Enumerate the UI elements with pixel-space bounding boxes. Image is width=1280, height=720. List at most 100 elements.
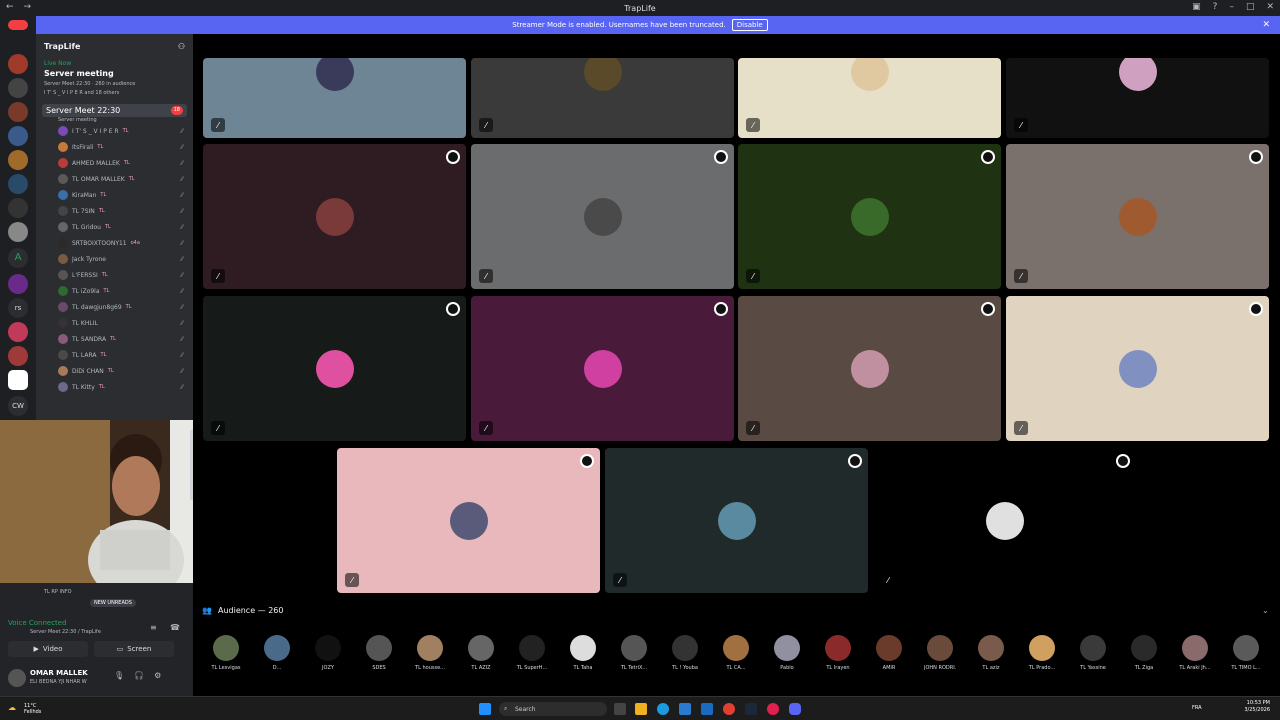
tile-options-icon[interactable] — [981, 302, 995, 316]
inbox-icon[interactable]: ▣ — [1192, 2, 1201, 12]
disconnect-icon[interactable]: ☎ — [170, 623, 180, 632]
voice-channel-item[interactable]: Server Meet 22:30 18 — [42, 104, 187, 117]
voice-member[interactable]: TL LARA TL ⁄⁄ — [36, 347, 193, 363]
new-unreads-pill[interactable]: NEW UNREADS — [90, 599, 136, 607]
language-indicator[interactable]: FRA — [1192, 705, 1202, 711]
avatar[interactable] — [8, 669, 26, 687]
close-banner-icon[interactable]: ✕ — [1262, 20, 1270, 30]
server-icon[interactable] — [8, 150, 28, 170]
new-badge[interactable] — [8, 20, 28, 30]
voice-member[interactable]: DiDi CHAN TL ⁄⁄ — [36, 363, 193, 379]
close-window-icon[interactable]: ✕ — [1266, 2, 1274, 12]
voice-member[interactable]: TL dawgjun8g69 TL ⁄⁄ — [36, 299, 193, 315]
server-icon[interactable]: rs — [8, 298, 28, 318]
voice-member[interactable]: TL Kitty TL ⁄⁄ — [36, 379, 193, 395]
nav-arrows[interactable]: ← → — [6, 2, 31, 12]
task-view-icon[interactable] — [614, 703, 626, 715]
audience-member[interactable]: TL CA... — [720, 635, 752, 671]
voice-member[interactable]: TL OMAR MALLEK TL ⁄⁄ — [36, 171, 193, 187]
server-icon[interactable] — [8, 274, 28, 294]
voice-member[interactable]: Jack Tyrone ⁄⁄ — [36, 251, 193, 267]
file-explorer-icon[interactable] — [635, 703, 647, 715]
help-icon[interactable]: ? — [1213, 2, 1218, 12]
video-button[interactable]: ▶ Video — [8, 641, 88, 657]
voice-member[interactable]: I T' S _ V I P E R TL ⁄⁄ — [36, 123, 193, 139]
audience-member[interactable]: D... — [261, 635, 293, 671]
audience-member[interactable]: TL Yassine — [1077, 635, 1109, 671]
audience-member[interactable]: TL ! Youba — [669, 635, 701, 671]
audience-member[interactable]: Pablo — [771, 635, 803, 671]
forward-icon[interactable]: → — [24, 2, 32, 12]
server-icon[interactable]: A — [8, 248, 28, 268]
voice-member[interactable]: TL SANDRA TL ⁄⁄ — [36, 331, 193, 347]
participant-tile[interactable]: ⁄ — [203, 296, 466, 441]
tile-options-icon[interactable] — [446, 150, 460, 164]
audience-member[interactable]: TL TetriX... — [618, 635, 650, 671]
add-member-icon[interactable]: ⚇ — [178, 42, 185, 51]
participant-tile[interactable]: ⁄ — [471, 144, 734, 289]
participant-tile[interactable]: ⁄ — [1006, 296, 1269, 441]
participant-tile[interactable]: ⁄ — [203, 144, 466, 289]
audience-member[interactable]: TL Prado... — [1026, 635, 1058, 671]
participant-tile[interactable]: ⁄ — [471, 296, 734, 441]
participant-tile[interactable]: ⁄ — [337, 448, 600, 593]
minimize-icon[interactable]: – — [1229, 2, 1234, 12]
disable-streamer-button[interactable]: Disable — [731, 19, 768, 31]
tile-options-icon[interactable] — [714, 150, 728, 164]
audience-member[interactable]: JOZY — [312, 635, 344, 671]
mail-icon[interactable] — [701, 703, 713, 715]
participant-tile[interactable]: ⁄ — [738, 144, 1001, 289]
tile-options-icon[interactable] — [714, 302, 728, 316]
audience-member[interactable]: TL TIMO L... — [1230, 635, 1262, 671]
audience-member[interactable]: TL Araki Jh... — [1179, 635, 1211, 671]
noise-suppression-icon[interactable]: ≡ — [150, 623, 157, 632]
server-icon[interactable] — [8, 126, 28, 146]
screen-share-button[interactable]: ▭ Screen — [94, 641, 174, 657]
maximize-icon[interactable]: □ — [1246, 2, 1255, 12]
audience-member[interactable]: TL Lesvigas — [210, 635, 242, 671]
discord-icon[interactable] — [789, 703, 801, 715]
settings-gear-icon[interactable]: ⚙ — [154, 671, 161, 680]
window-controls[interactable]: ▣ ? – □ ✕ — [1192, 2, 1274, 12]
headset-icon[interactable]: 🎧 — [134, 671, 144, 680]
voice-member[interactable]: ItsFirali TL ⁄⁄ — [36, 139, 193, 155]
chevron-down-icon[interactable]: ⌄ — [1262, 606, 1269, 615]
voice-member[interactable]: L'FERSSI TL ⁄⁄ — [36, 267, 193, 283]
user-name[interactable]: OMAR MALLEK — [30, 669, 88, 677]
server-icon[interactable] — [8, 174, 28, 194]
server-icon[interactable] — [8, 346, 28, 366]
participant-tile[interactable]: ⁄ — [738, 58, 1001, 138]
voice-member[interactable]: TL 7SIN TL ⁄⁄ — [36, 203, 193, 219]
live-event-card[interactable]: Live Now Server meeting Server Meet 22:3… — [36, 58, 193, 96]
audience-member[interactable]: JOHN RODRI... — [924, 635, 956, 671]
app-icon[interactable] — [767, 703, 779, 715]
audience-member[interactable]: TL housse... — [414, 635, 446, 671]
store-icon[interactable] — [679, 703, 691, 715]
taskbar-search[interactable]: ⌕ Search — [499, 702, 607, 716]
audience-member[interactable]: TL aziz — [975, 635, 1007, 671]
participant-tile[interactable]: ⁄ — [605, 448, 868, 593]
audience-member[interactable]: SDES — [363, 635, 395, 671]
server-icon[interactable] — [8, 198, 28, 218]
voice-member[interactable]: KiraMan TL ⁄⁄ — [36, 187, 193, 203]
server-icon[interactable] — [8, 78, 28, 98]
participant-tile[interactable]: ⁄ — [1006, 144, 1269, 289]
back-icon[interactable]: ← — [6, 2, 14, 12]
server-icon[interactable] — [8, 322, 28, 342]
audience-member[interactable]: AMIR — [873, 635, 905, 671]
chrome-icon[interactable] — [723, 703, 735, 715]
voice-member[interactable]: AHMED MALLEK TL ⁄⁄ — [36, 155, 193, 171]
mic-icon[interactable]: 🎙 — [114, 671, 124, 680]
participant-tile[interactable]: ⁄ — [471, 58, 734, 138]
tile-options-icon[interactable] — [1249, 150, 1263, 164]
server-icon[interactable] — [8, 222, 28, 242]
audience-member[interactable]: TL Taha — [567, 635, 599, 671]
server-icon[interactable] — [8, 54, 28, 74]
audience-header[interactable]: 👥 Audience — 260 — [202, 606, 283, 615]
weather-icon[interactable]: ☁ — [8, 703, 16, 712]
start-icon[interactable] — [479, 703, 491, 715]
tile-options-icon[interactable] — [580, 454, 594, 468]
edge-icon[interactable] — [657, 703, 669, 715]
server-header[interactable]: TrapLife ⚇ — [36, 34, 193, 58]
voice-member[interactable]: SRTBOIXTOONY11 o4a ⁄⁄ — [36, 235, 193, 251]
